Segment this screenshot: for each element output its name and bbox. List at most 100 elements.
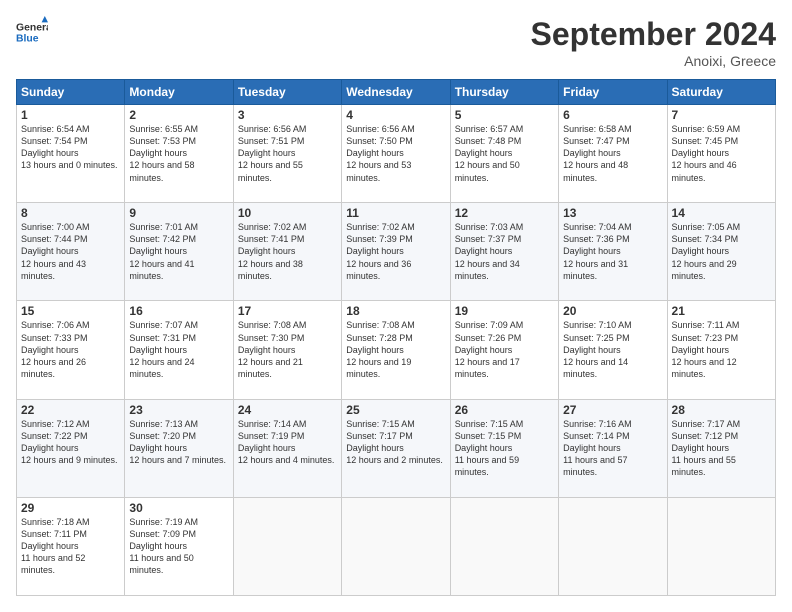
table-cell [233,497,341,595]
day-number: 1 [21,108,120,122]
day-number: 11 [346,206,445,220]
day-info: Sunrise: 7:04 AM Sunset: 7:36 PM Dayligh… [563,221,662,282]
table-cell: 8 Sunrise: 7:00 AM Sunset: 7:44 PM Dayli… [17,203,125,301]
day-number: 23 [129,403,228,417]
day-info: Sunrise: 7:18 AM Sunset: 7:11 PM Dayligh… [21,516,120,577]
week-row-4: 22 Sunrise: 7:12 AM Sunset: 7:22 PM Dayl… [17,399,776,497]
day-number: 8 [21,206,120,220]
table-cell: 21 Sunrise: 7:11 AM Sunset: 7:23 PM Dayl… [667,301,775,399]
table-cell: 22 Sunrise: 7:12 AM Sunset: 7:22 PM Dayl… [17,399,125,497]
day-info: Sunrise: 7:14 AM Sunset: 7:19 PM Dayligh… [238,418,337,467]
logo-icon: General Blue [16,16,48,48]
table-cell: 2 Sunrise: 6:55 AM Sunset: 7:53 PM Dayli… [125,105,233,203]
table-cell: 28 Sunrise: 7:17 AM Sunset: 7:12 PM Dayl… [667,399,775,497]
day-info: Sunrise: 7:07 AM Sunset: 7:31 PM Dayligh… [129,319,228,380]
day-info: Sunrise: 7:06 AM Sunset: 7:33 PM Dayligh… [21,319,120,380]
table-cell [667,497,775,595]
day-info: Sunrise: 7:19 AM Sunset: 7:09 PM Dayligh… [129,516,228,577]
col-thursday: Thursday [450,80,558,105]
day-number: 7 [672,108,771,122]
day-info: Sunrise: 7:15 AM Sunset: 7:17 PM Dayligh… [346,418,445,467]
calendar-table: Sunday Monday Tuesday Wednesday Thursday… [16,79,776,596]
day-info: Sunrise: 7:05 AM Sunset: 7:34 PM Dayligh… [672,221,771,282]
week-row-2: 8 Sunrise: 7:00 AM Sunset: 7:44 PM Dayli… [17,203,776,301]
table-cell: 12 Sunrise: 7:03 AM Sunset: 7:37 PM Dayl… [450,203,558,301]
table-cell [342,497,450,595]
day-number: 12 [455,206,554,220]
day-info: Sunrise: 6:58 AM Sunset: 7:47 PM Dayligh… [563,123,662,184]
day-number: 5 [455,108,554,122]
table-cell [450,497,558,595]
day-info: Sunrise: 6:55 AM Sunset: 7:53 PM Dayligh… [129,123,228,184]
table-cell: 29 Sunrise: 7:18 AM Sunset: 7:11 PM Dayl… [17,497,125,595]
day-info: Sunrise: 7:13 AM Sunset: 7:20 PM Dayligh… [129,418,228,467]
table-cell: 11 Sunrise: 7:02 AM Sunset: 7:39 PM Dayl… [342,203,450,301]
day-number: 26 [455,403,554,417]
day-info: Sunrise: 7:12 AM Sunset: 7:22 PM Dayligh… [21,418,120,467]
table-cell: 15 Sunrise: 7:06 AM Sunset: 7:33 PM Dayl… [17,301,125,399]
svg-text:Blue: Blue [16,34,39,45]
week-row-1: 1 Sunrise: 6:54 AM Sunset: 7:54 PM Dayli… [17,105,776,203]
table-cell [559,497,667,595]
day-info: Sunrise: 7:10 AM Sunset: 7:25 PM Dayligh… [563,319,662,380]
day-info: Sunrise: 6:57 AM Sunset: 7:48 PM Dayligh… [455,123,554,184]
week-row-3: 15 Sunrise: 7:06 AM Sunset: 7:33 PM Dayl… [17,301,776,399]
table-cell: 16 Sunrise: 7:07 AM Sunset: 7:31 PM Dayl… [125,301,233,399]
table-cell: 20 Sunrise: 7:10 AM Sunset: 7:25 PM Dayl… [559,301,667,399]
table-cell: 19 Sunrise: 7:09 AM Sunset: 7:26 PM Dayl… [450,301,558,399]
table-cell: 26 Sunrise: 7:15 AM Sunset: 7:15 PM Dayl… [450,399,558,497]
day-number: 16 [129,304,228,318]
header: General Blue September 2024 Anoixi, Gree… [16,16,776,69]
day-number: 29 [21,501,120,515]
day-info: Sunrise: 7:01 AM Sunset: 7:42 PM Dayligh… [129,221,228,282]
col-monday: Monday [125,80,233,105]
day-info: Sunrise: 7:11 AM Sunset: 7:23 PM Dayligh… [672,319,771,380]
day-info: Sunrise: 7:03 AM Sunset: 7:37 PM Dayligh… [455,221,554,282]
day-number: 30 [129,501,228,515]
day-number: 13 [563,206,662,220]
day-info: Sunrise: 7:02 AM Sunset: 7:41 PM Dayligh… [238,221,337,282]
table-cell: 5 Sunrise: 6:57 AM Sunset: 7:48 PM Dayli… [450,105,558,203]
day-info: Sunrise: 6:56 AM Sunset: 7:51 PM Dayligh… [238,123,337,184]
location-subtitle: Anoixi, Greece [531,53,776,69]
table-cell: 4 Sunrise: 6:56 AM Sunset: 7:50 PM Dayli… [342,105,450,203]
svg-text:General: General [16,22,48,33]
day-number: 17 [238,304,337,318]
day-info: Sunrise: 7:16 AM Sunset: 7:14 PM Dayligh… [563,418,662,479]
day-number: 15 [21,304,120,318]
day-number: 2 [129,108,228,122]
table-cell: 18 Sunrise: 7:08 AM Sunset: 7:28 PM Dayl… [342,301,450,399]
table-cell: 30 Sunrise: 7:19 AM Sunset: 7:09 PM Dayl… [125,497,233,595]
table-cell: 24 Sunrise: 7:14 AM Sunset: 7:19 PM Dayl… [233,399,341,497]
day-number: 3 [238,108,337,122]
table-cell: 17 Sunrise: 7:08 AM Sunset: 7:30 PM Dayl… [233,301,341,399]
day-number: 4 [346,108,445,122]
table-cell: 10 Sunrise: 7:02 AM Sunset: 7:41 PM Dayl… [233,203,341,301]
day-number: 22 [21,403,120,417]
day-number: 28 [672,403,771,417]
day-info: Sunrise: 7:08 AM Sunset: 7:30 PM Dayligh… [238,319,337,380]
day-number: 9 [129,206,228,220]
day-number: 19 [455,304,554,318]
col-wednesday: Wednesday [342,80,450,105]
table-cell: 6 Sunrise: 6:58 AM Sunset: 7:47 PM Dayli… [559,105,667,203]
col-sunday: Sunday [17,80,125,105]
table-cell: 9 Sunrise: 7:01 AM Sunset: 7:42 PM Dayli… [125,203,233,301]
day-number: 14 [672,206,771,220]
table-cell: 3 Sunrise: 6:56 AM Sunset: 7:51 PM Dayli… [233,105,341,203]
day-info: Sunrise: 7:02 AM Sunset: 7:39 PM Dayligh… [346,221,445,282]
table-cell: 25 Sunrise: 7:15 AM Sunset: 7:17 PM Dayl… [342,399,450,497]
table-cell: 13 Sunrise: 7:04 AM Sunset: 7:36 PM Dayl… [559,203,667,301]
table-cell: 7 Sunrise: 6:59 AM Sunset: 7:45 PM Dayli… [667,105,775,203]
day-number: 25 [346,403,445,417]
col-saturday: Saturday [667,80,775,105]
day-info: Sunrise: 6:59 AM Sunset: 7:45 PM Dayligh… [672,123,771,184]
day-info: Sunrise: 7:00 AM Sunset: 7:44 PM Dayligh… [21,221,120,282]
day-info: Sunrise: 7:08 AM Sunset: 7:28 PM Dayligh… [346,319,445,380]
month-title: September 2024 [531,16,776,53]
day-info: Sunrise: 6:54 AM Sunset: 7:54 PM Dayligh… [21,123,120,172]
title-block: September 2024 Anoixi, Greece [531,16,776,69]
day-number: 21 [672,304,771,318]
table-cell: 23 Sunrise: 7:13 AM Sunset: 7:20 PM Dayl… [125,399,233,497]
day-number: 6 [563,108,662,122]
